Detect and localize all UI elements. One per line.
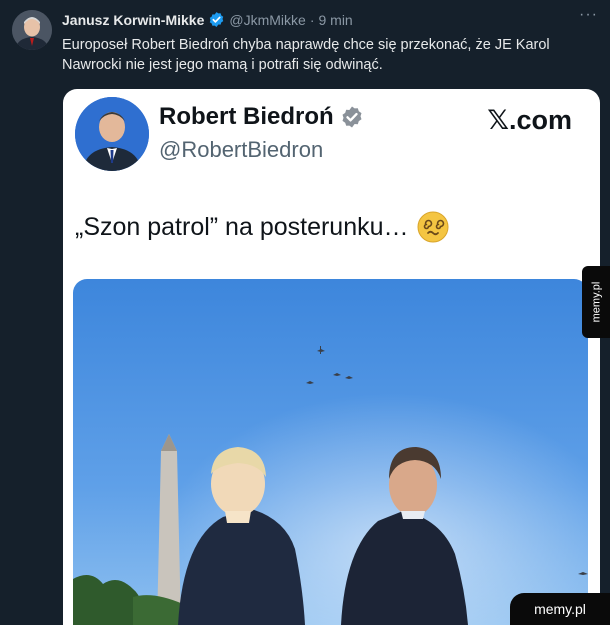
quoted-author-avatar <box>75 97 149 171</box>
meta-separator: · <box>309 11 315 28</box>
quoted-post-image[interactable]: Robert Biedroń @RobertBiedron 𝕏.com „Szo… <box>63 89 600 625</box>
photo <box>73 279 588 625</box>
tweet-header: Janusz Korwin-Mikke @JkmMikke · 9 min <box>62 11 353 28</box>
memy-side-watermark: memy.pl <box>582 266 610 338</box>
verified-badge-icon <box>210 12 224 27</box>
quoted-verified-badge-icon <box>342 106 362 128</box>
quoted-author-name: Robert Biedroń <box>159 103 368 131</box>
tweet-text: Europoseł Robert Biedroń chyba naprawdę … <box>62 37 550 73</box>
quoted-text: „Szon patrol” na posterunku… <box>75 211 449 243</box>
tweet: Janusz Korwin-Mikke @JkmMikke · 9 min ··… <box>0 0 610 625</box>
quoted-author-handle: @RobertBiedron <box>159 137 324 162</box>
memy-corner-watermark: memy.pl <box>510 593 610 625</box>
dizzy-face-icon <box>417 211 449 243</box>
author-name[interactable]: Janusz Korwin-Mikke <box>62 12 204 28</box>
tweet-time[interactable]: 9 min <box>318 12 352 28</box>
x-logo: 𝕏.com <box>487 105 572 135</box>
author-handle[interactable]: @JkmMikke <box>229 12 305 28</box>
more-options-icon[interactable]: ··· <box>579 6 598 24</box>
author-avatar[interactable] <box>12 10 52 50</box>
